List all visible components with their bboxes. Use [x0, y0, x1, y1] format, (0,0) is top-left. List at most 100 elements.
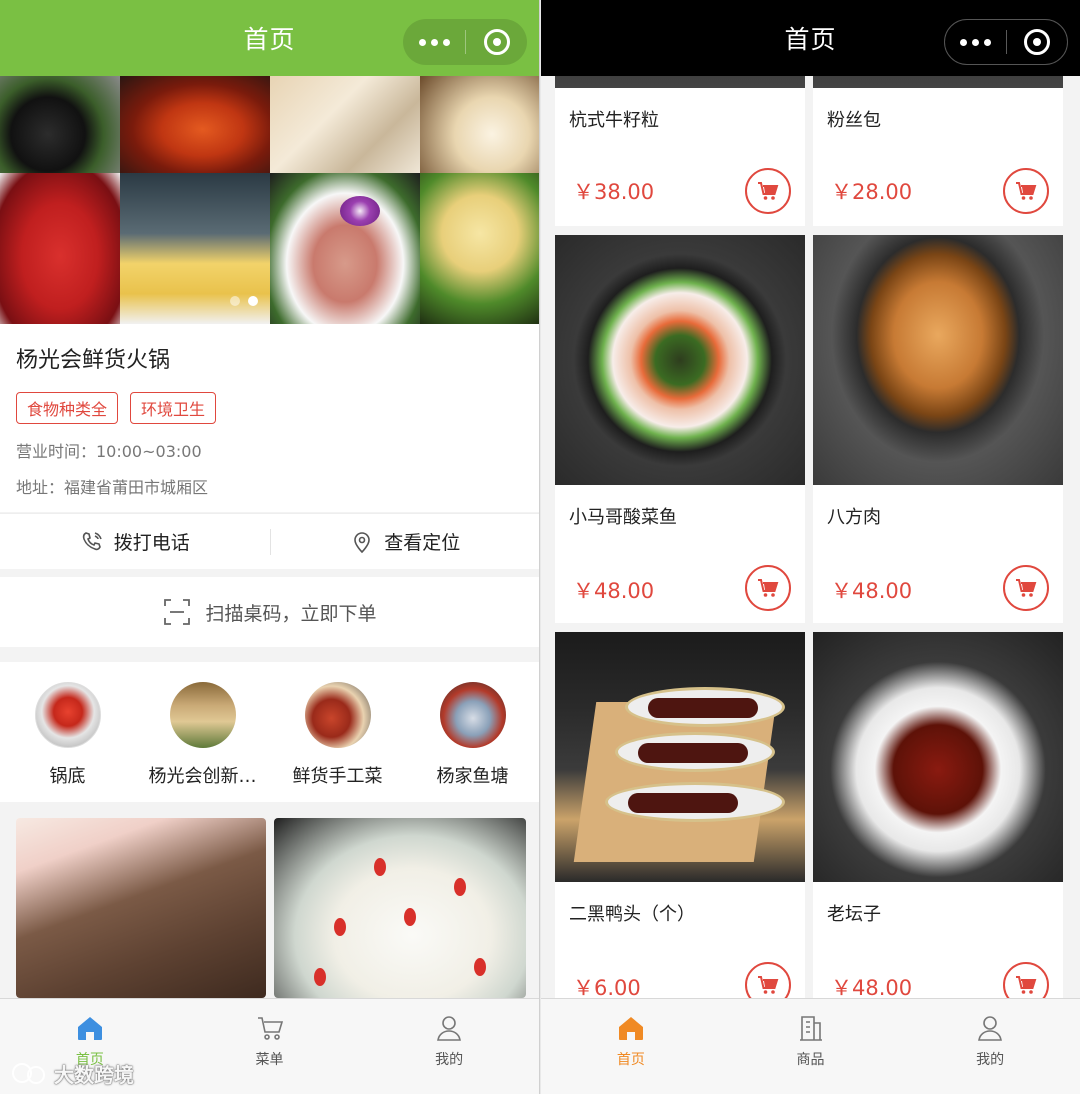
tag: 食物种类全 — [16, 392, 119, 424]
orchid-garnish — [340, 196, 380, 226]
category-label: 鲜货手工菜 — [292, 766, 383, 787]
category-row: 锅底 杨光会创新… 鲜货手工菜 杨家鱼塘 — [0, 662, 540, 802]
shop-tags: 食物种类全 环境卫生 — [16, 392, 524, 424]
user-icon — [978, 1016, 1003, 1041]
more-icon[interactable] — [403, 38, 465, 46]
close-icon[interactable] — [466, 29, 527, 55]
product-image — [813, 632, 1063, 882]
shop-info: 杨光会鲜货火锅 食物种类全 环境卫生 营业时间：10:00~03:00 地址：福… — [0, 324, 539, 512]
page-title: 首页 — [243, 25, 296, 54]
location-label: 查看定位 — [384, 532, 461, 554]
cart-icon — [758, 182, 779, 200]
carousel-indicator — [230, 296, 258, 306]
product-name: 粉丝包 — [827, 110, 881, 131]
product-name: 八方肉 — [827, 507, 881, 528]
right-screen: 杭式牛籽粒 ￥38.00 粉丝包 ￥28.00 小马哥酸菜鱼 ￥48.00 八方… — [541, 0, 1080, 1094]
call-button[interactable]: 拨打电话 — [0, 528, 270, 555]
add-to-cart-button[interactable] — [1003, 565, 1049, 611]
nav-bar: 首页 — [0, 0, 539, 76]
watermark: 大数跨境 — [10, 1059, 134, 1088]
scan-label: 扫描桌码，立即下单 — [205, 602, 377, 625]
product-card[interactable]: 老坛子 ￥48.00 — [813, 632, 1063, 1020]
product-image — [555, 632, 805, 882]
product-name: 二黑鸭头（个） — [569, 904, 695, 925]
shop-name: 杨光会鲜货火锅 — [16, 348, 171, 373]
category-label: 杨家鱼塘 — [436, 766, 509, 787]
banner-photo — [270, 173, 420, 324]
product-price: ￥48.00 — [831, 579, 913, 603]
more-icon[interactable] — [945, 38, 1006, 46]
category-image — [304, 682, 371, 748]
category-item[interactable]: 锅底 — [1, 682, 135, 788]
home-icon — [618, 1017, 643, 1040]
scan-order-button[interactable]: 扫描桌码，立即下单 — [0, 577, 539, 647]
home-icon — [77, 1017, 102, 1040]
add-to-cart-button[interactable] — [1003, 168, 1049, 214]
phone-icon — [82, 531, 102, 550]
watermark-text: 大数跨境 — [54, 1063, 134, 1087]
mini-program-capsule — [944, 19, 1068, 65]
tab-products[interactable]: 商品 — [721, 999, 901, 1094]
product-preview — [16, 818, 526, 998]
mini-program-capsule — [403, 19, 527, 65]
add-to-cart-button[interactable] — [745, 565, 791, 611]
cart-icon — [1016, 182, 1037, 200]
tab-profile[interactable]: 我的 — [900, 999, 1080, 1094]
product-image[interactable] — [274, 818, 526, 998]
tab-profile[interactable]: 我的 — [359, 999, 539, 1094]
tab-label: 我的 — [435, 1052, 464, 1068]
banner-photo — [120, 76, 270, 173]
product-card[interactable]: 二黑鸭头（个） ￥6.00 — [555, 632, 805, 1020]
cart-icon — [758, 976, 779, 994]
business-hours: 营业时间：10:00~03:00 — [16, 442, 202, 461]
banner-photo — [0, 76, 120, 173]
building-icon — [799, 1016, 822, 1041]
product-price: ￥38.00 — [573, 180, 655, 204]
cart-icon — [1016, 579, 1037, 597]
category-item[interactable]: 鲜货手工菜 — [271, 682, 405, 788]
nav-bar: 首页 — [541, 0, 1080, 76]
location-button[interactable]: 查看定位 — [271, 528, 540, 555]
product-name: 杭式牛籽粒 — [569, 110, 659, 131]
category-image — [439, 682, 506, 748]
user-icon — [437, 1016, 462, 1041]
category-label: 锅底 — [49, 766, 86, 787]
category-image — [34, 682, 101, 748]
product-image — [555, 235, 805, 485]
call-label: 拨打电话 — [113, 532, 190, 554]
banner-photo — [0, 173, 120, 324]
shop-actions: 拨打电话 查看定位 — [0, 513, 540, 569]
product-card[interactable]: 八方肉 ￥48.00 — [813, 235, 1063, 623]
banner-carousel[interactable] — [0, 76, 539, 324]
page-title: 首页 — [784, 25, 837, 54]
shop-address: 地址：福建省莆田市城厢区 — [16, 478, 209, 497]
tab-menu[interactable]: 菜单 — [180, 999, 360, 1094]
tag: 环境卫生 — [130, 392, 217, 424]
close-icon[interactable] — [1007, 29, 1067, 55]
category-item[interactable]: 杨家鱼塘 — [406, 682, 540, 788]
tab-label: 菜单 — [255, 1052, 284, 1068]
cart-icon — [257, 1017, 283, 1040]
scan-icon — [164, 599, 191, 625]
banner-photo — [270, 76, 420, 173]
product-card[interactable]: 小马哥酸菜鱼 ￥48.00 — [555, 235, 805, 623]
add-to-cart-button[interactable] — [745, 168, 791, 214]
banner-photo — [420, 76, 539, 173]
tab-label: 商品 — [796, 1052, 825, 1068]
product-price: ￥28.00 — [831, 180, 913, 204]
product-name: 老坛子 — [827, 904, 881, 925]
cart-icon — [758, 579, 779, 597]
category-image — [169, 682, 236, 748]
category-label: 杨光会创新… — [148, 766, 257, 787]
product-price: ￥48.00 — [573, 579, 655, 603]
left-screen: 首页 杨光会鲜货火锅 食物种类全 环境卫生 营业时间：10:00~03:00 地… — [0, 0, 540, 1094]
cart-icon — [1016, 976, 1037, 994]
product-image — [813, 235, 1063, 485]
chat-logo-icon — [12, 1062, 45, 1084]
product-image[interactable] — [16, 818, 266, 998]
product-name: 小马哥酸菜鱼 — [569, 507, 677, 528]
tab-bar: 首页 商品 我的 — [541, 998, 1080, 1094]
tab-home[interactable]: 首页 — [541, 999, 721, 1094]
category-item[interactable]: 杨光会创新… — [136, 682, 270, 788]
tab-label: 首页 — [616, 1052, 645, 1068]
